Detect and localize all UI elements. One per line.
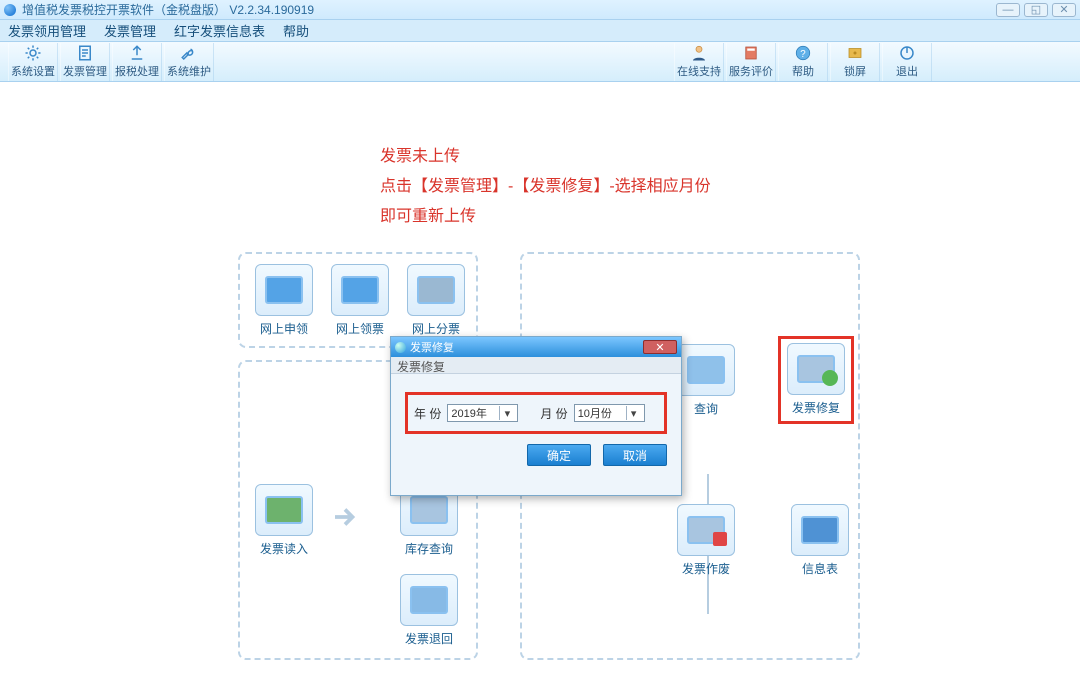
usb-icon <box>255 484 313 536</box>
toolbtn-lock[interactable]: 锁屏 <box>830 43 880 81</box>
upload-icon <box>127 44 147 62</box>
year-value: 2019年 <box>451 405 499 421</box>
dialog-logo-icon <box>395 342 406 353</box>
cancel-button[interactable]: 取消 <box>603 444 667 466</box>
toolbtn-system-maint[interactable]: 系统维护 <box>164 43 214 81</box>
tile-label: 发票读入 <box>260 542 308 556</box>
repair-icon <box>787 343 845 395</box>
chevron-down-icon: ▾ <box>626 406 641 420</box>
toolbtn-label: 在线支持 <box>677 63 721 79</box>
toolbtn-help[interactable]: ? 帮助 <box>778 43 828 81</box>
tile-label: 网上分票 <box>412 322 460 336</box>
tile-label: 库存查询 <box>405 542 453 556</box>
toolbtn-system-settings[interactable]: 系统设置 <box>8 43 58 81</box>
dialog-invoice-repair: 发票修复 ✕ 发票修复 年 份 2019年 ▾ 月 份 10月份 ▾ 确定 取消 <box>390 336 682 496</box>
notice-line3: 即可重新上传 <box>380 202 711 232</box>
dialog-subtitle: 发票修复 <box>391 357 681 374</box>
tile-online-apply[interactable]: 网上申领 <box>250 264 318 337</box>
tile-online-split[interactable]: 网上分票 <box>402 264 470 337</box>
return-icon <box>400 574 458 626</box>
menu-item-invoice-mgr[interactable]: 发票管理 <box>104 21 156 40</box>
window-title: 增值税发票税控开票软件（金税盘版） V2.2.34.190919 <box>22 1 314 18</box>
dialog-fields-highlight: 年 份 2019年 ▾ 月 份 10月份 ▾ <box>405 392 667 434</box>
tile-invoice-repair[interactable]: 发票修复 <box>785 343 847 416</box>
screen-icon <box>677 344 735 396</box>
table-icon <box>791 504 849 556</box>
month-value: 10月份 <box>578 405 626 421</box>
tile-label: 发票修复 <box>792 401 840 415</box>
dialog-close-button[interactable]: ✕ <box>643 340 677 354</box>
year-label: 年 份 <box>414 405 441 422</box>
void-icon <box>677 504 735 556</box>
svg-text:?: ? <box>800 49 806 60</box>
titlebar: 增值税发票税控开票软件（金税盘版） V2.2.34.190919 — ◱ ✕ <box>0 0 1080 20</box>
screen-icon <box>407 264 465 316</box>
arrow-right-icon <box>330 502 360 532</box>
dialog-title-text: 发票修复 <box>410 339 454 355</box>
toolbtn-label: 服务评价 <box>729 63 773 79</box>
tile-label: 网上申领 <box>260 322 308 336</box>
screen-icon <box>255 264 313 316</box>
toolbar: 系统设置 发票管理 报税处理 系统维护 在线支持 服务评价 ? 帮助 <box>0 42 1080 82</box>
tile-label: 发票作废 <box>682 562 730 576</box>
content-area: 发票未上传 点击【发票管理】-【发票修复】-选择相应月份 即可重新上传 网上申领… <box>0 84 1080 689</box>
power-icon <box>897 44 917 62</box>
month-combobox[interactable]: 10月份 ▾ <box>574 404 645 422</box>
menu-bar: 发票领用管理 发票管理 红字发票信息表 帮助 <box>0 20 1080 42</box>
tile-label: 查询 <box>694 402 718 416</box>
toolbtn-online-support[interactable]: 在线支持 <box>674 43 724 81</box>
toolbtn-label: 锁屏 <box>844 63 866 79</box>
dialog-titlebar[interactable]: 发票修复 ✕ <box>391 337 681 357</box>
toolbtn-label: 系统设置 <box>11 63 55 79</box>
tile-label: 发票退回 <box>405 632 453 646</box>
chevron-down-icon: ▾ <box>499 406 514 420</box>
toolbtn-label: 退出 <box>896 63 918 79</box>
toolbtn-exit[interactable]: 退出 <box>882 43 932 81</box>
minimize-button[interactable]: — <box>996 3 1020 17</box>
tile-info-table[interactable]: 信息表 <box>786 504 854 577</box>
toolbtn-label: 发票管理 <box>63 63 107 79</box>
wrench-icon <box>179 44 199 62</box>
toolbtn-label: 帮助 <box>792 63 814 79</box>
toolbtn-tax-process[interactable]: 报税处理 <box>112 43 162 81</box>
restore-button[interactable]: ◱ <box>1024 3 1048 17</box>
toolbtn-label: 系统维护 <box>167 63 211 79</box>
notice-line1: 发票未上传 <box>380 142 711 172</box>
tile-invoice-return[interactable]: 发票退回 <box>395 574 463 647</box>
menu-item-help[interactable]: 帮助 <box>283 21 309 40</box>
notice-line2: 点击【发票管理】-【发票修复】-选择相应月份 <box>380 172 711 202</box>
person-icon <box>689 44 709 62</box>
gear-icon <box>23 44 43 62</box>
month-label: 月 份 <box>540 405 567 422</box>
lock-icon <box>845 44 865 62</box>
menu-item-receipt-mgr[interactable]: 发票领用管理 <box>8 21 86 40</box>
menu-item-red-invoice[interactable]: 红字发票信息表 <box>174 21 265 40</box>
tile-unknown-top[interactable]: 查询 <box>672 344 740 417</box>
year-combobox[interactable]: 2019年 ▾ <box>447 404 518 422</box>
app-logo-icon <box>4 4 16 16</box>
tile-online-receive[interactable]: 网上领票 <box>326 264 394 337</box>
tile-invoice-void[interactable]: 发票作废 <box>672 504 740 577</box>
form-icon <box>75 44 95 62</box>
ok-button[interactable]: 确定 <box>527 444 591 466</box>
tile-invoice-read[interactable]: 发票读入 <box>250 484 318 557</box>
toolbtn-service-rate[interactable]: 服务评价 <box>726 43 776 81</box>
tile-label: 网上领票 <box>336 322 384 336</box>
toolbtn-label: 报税处理 <box>115 63 159 79</box>
toolbtn-invoice-mgmt[interactable]: 发票管理 <box>60 43 110 81</box>
close-window-button[interactable]: ✕ <box>1052 3 1076 17</box>
tile-label: 信息表 <box>802 562 838 576</box>
highlight-invoice-repair: 发票修复 <box>778 336 854 424</box>
notice-text: 发票未上传 点击【发票管理】-【发票修复】-选择相应月份 即可重新上传 <box>380 142 711 232</box>
book-icon <box>741 44 761 62</box>
help-icon: ? <box>793 44 813 62</box>
screen-icon <box>331 264 389 316</box>
